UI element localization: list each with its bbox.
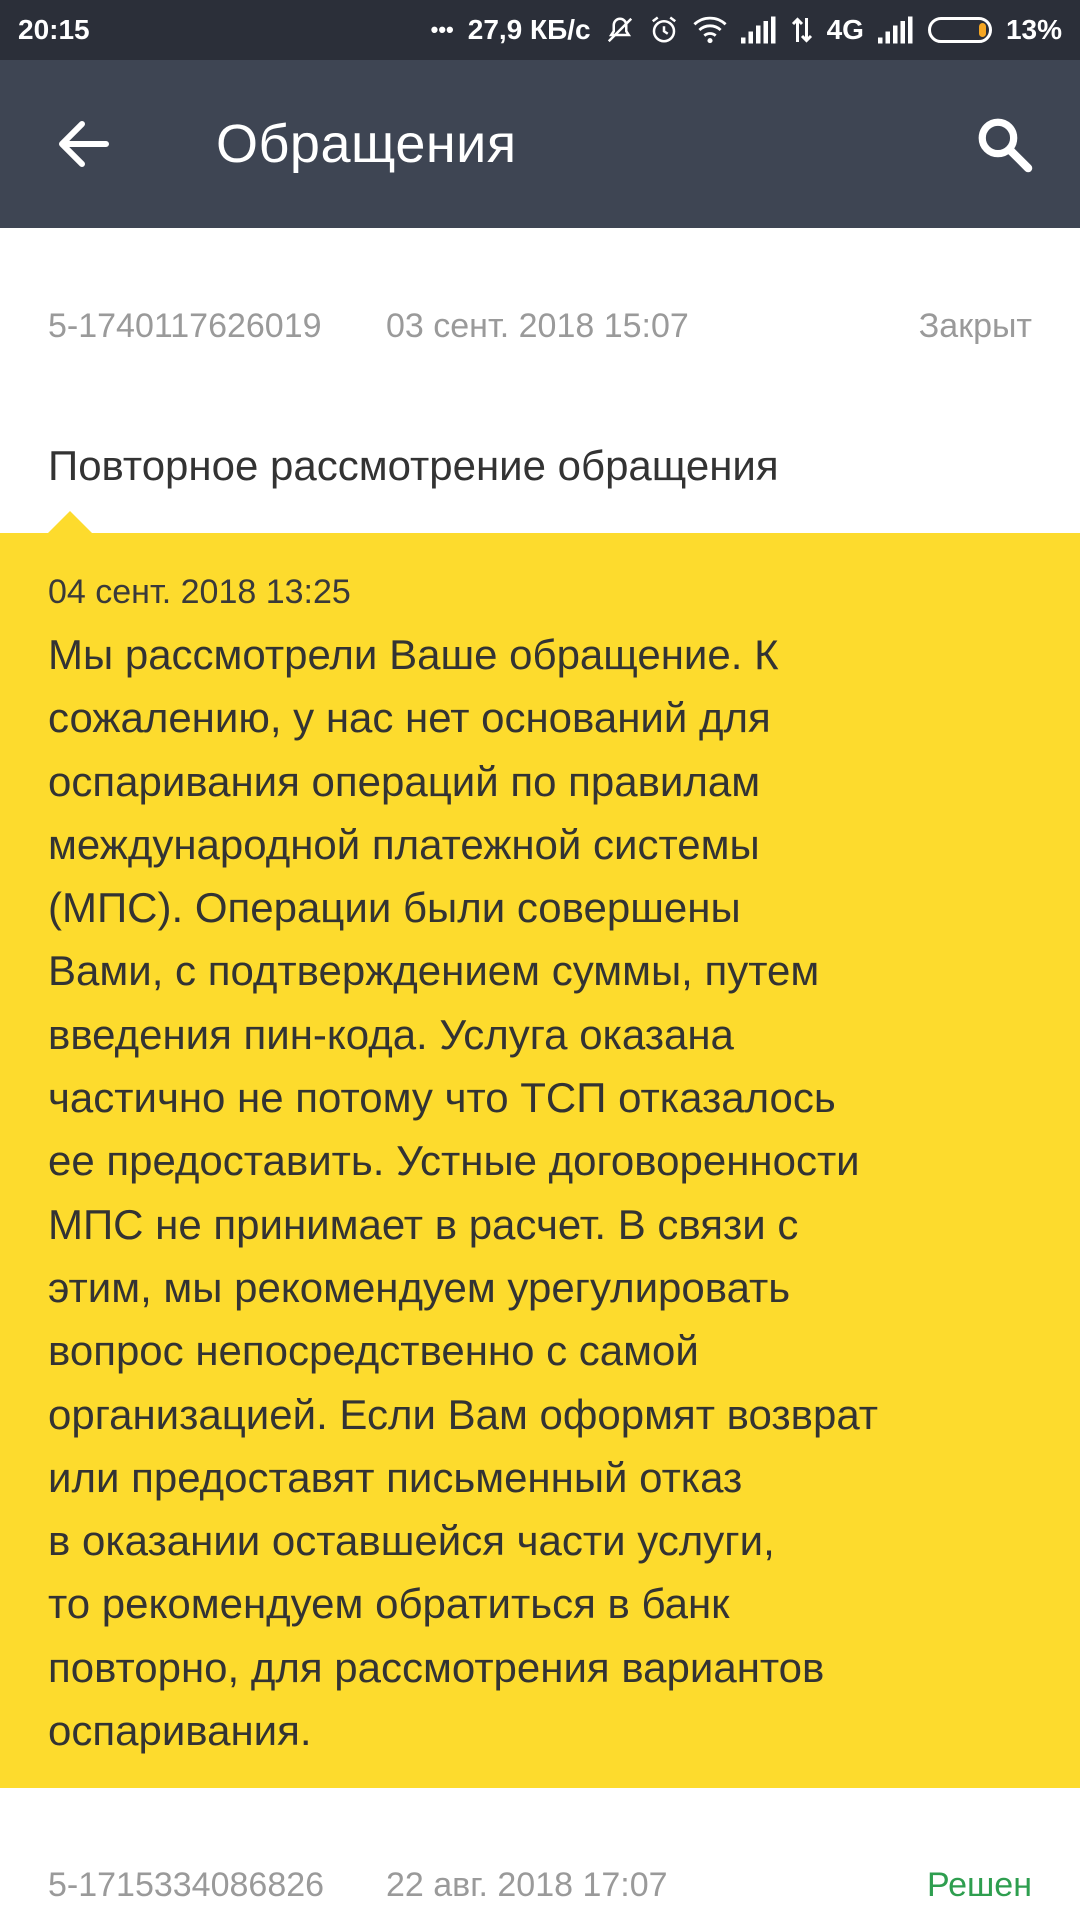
ticket-subject: Повторное рассмотрение обращения	[48, 442, 779, 489]
search-button[interactable]	[968, 108, 1040, 180]
message-line: организацией. Если Вам оформят возврат	[48, 1390, 878, 1438]
message-line: оспаривания операций по правилам	[48, 757, 761, 805]
message-date: 04 сент. 2018 13:25	[48, 573, 351, 611]
ticket-status: Решен	[926, 1865, 1032, 1904]
status-dots: •••	[430, 17, 454, 42]
ticket-date: 22 авг. 2018 17:07	[386, 1865, 668, 1904]
message-line: частично не потому что ТСП отказалось	[48, 1074, 836, 1122]
message-line: Вами, с подтверждением суммы, путем	[48, 947, 820, 995]
message-text: Мы рассмотрели Ваше обращение. К сожален…	[48, 623, 1028, 1762]
search-icon	[978, 118, 1033, 173]
message-line: ее предоставить. Устные договоренности	[48, 1137, 860, 1185]
battery-fill	[978, 23, 986, 37]
battery-icon	[927, 17, 992, 43]
status-time: 20:15	[18, 14, 90, 45]
message-line: сожалению, у нас нет оснований для	[48, 694, 771, 742]
signal-icon	[740, 16, 777, 44]
status-network: 4G	[826, 14, 864, 45]
ticket-header[interactable]: 5-1715334086826 22 авг. 2018 17:07 Решен	[48, 1855, 1032, 1915]
message-line: в оказании оставшейся части услуги,	[48, 1517, 775, 1565]
message-line: МПС не принимает в расчет. В связи с	[48, 1200, 799, 1248]
message-line: международной платежной системы	[48, 820, 760, 868]
page-title: Обращения	[216, 114, 517, 174]
mute-icon	[605, 15, 635, 45]
message-bubble: 04 сент. 2018 13:25 Мы рассмотрели Ваше …	[0, 533, 1080, 1788]
ticket-id: 5-1715334086826	[48, 1865, 325, 1904]
status-speed: 27,9 КБ/с	[467, 14, 591, 45]
bubble-tail	[48, 511, 92, 533]
data-arrows-icon	[791, 15, 813, 45]
message-line: или предоставят письменный отказ	[48, 1453, 743, 1501]
back-button[interactable]	[52, 112, 116, 176]
alarm-icon	[649, 15, 679, 45]
app-bar: Обращения	[0, 60, 1080, 228]
ticket-date: 03 сент. 2018 15:07	[386, 306, 689, 345]
message-line: этим, мы рекомендуем урегулировать	[48, 1263, 791, 1311]
arrow-left-icon	[59, 121, 109, 167]
message-line: введения пин-кода. Услуга оказана	[48, 1010, 734, 1058]
wifi-icon	[693, 15, 727, 45]
message-line: повторно, для рассмотрения вариантов	[48, 1643, 825, 1691]
message-line: вопрос непосредственно с самой	[48, 1327, 699, 1375]
status-battery: 13%	[1005, 14, 1062, 45]
message-line: то рекомендуем обратиться в банк	[48, 1580, 730, 1628]
status-bar: 20:15 ••• 27,9 КБ/с 4G 13%	[0, 0, 1080, 60]
signal-icon-2	[877, 16, 914, 44]
message-line: оспаривания.	[48, 1707, 312, 1755]
ticket-header[interactable]: 5-1740117626019 03 сент. 2018 15:07 Закр…	[48, 296, 1032, 356]
ticket-id: 5-1740117626019	[48, 306, 322, 345]
ticket-status: Закрыт	[918, 306, 1032, 345]
message-line: (МПС). Операции были совершены	[48, 884, 741, 932]
message-line: Мы рассмотрели Ваше обращение. К	[48, 631, 779, 678]
